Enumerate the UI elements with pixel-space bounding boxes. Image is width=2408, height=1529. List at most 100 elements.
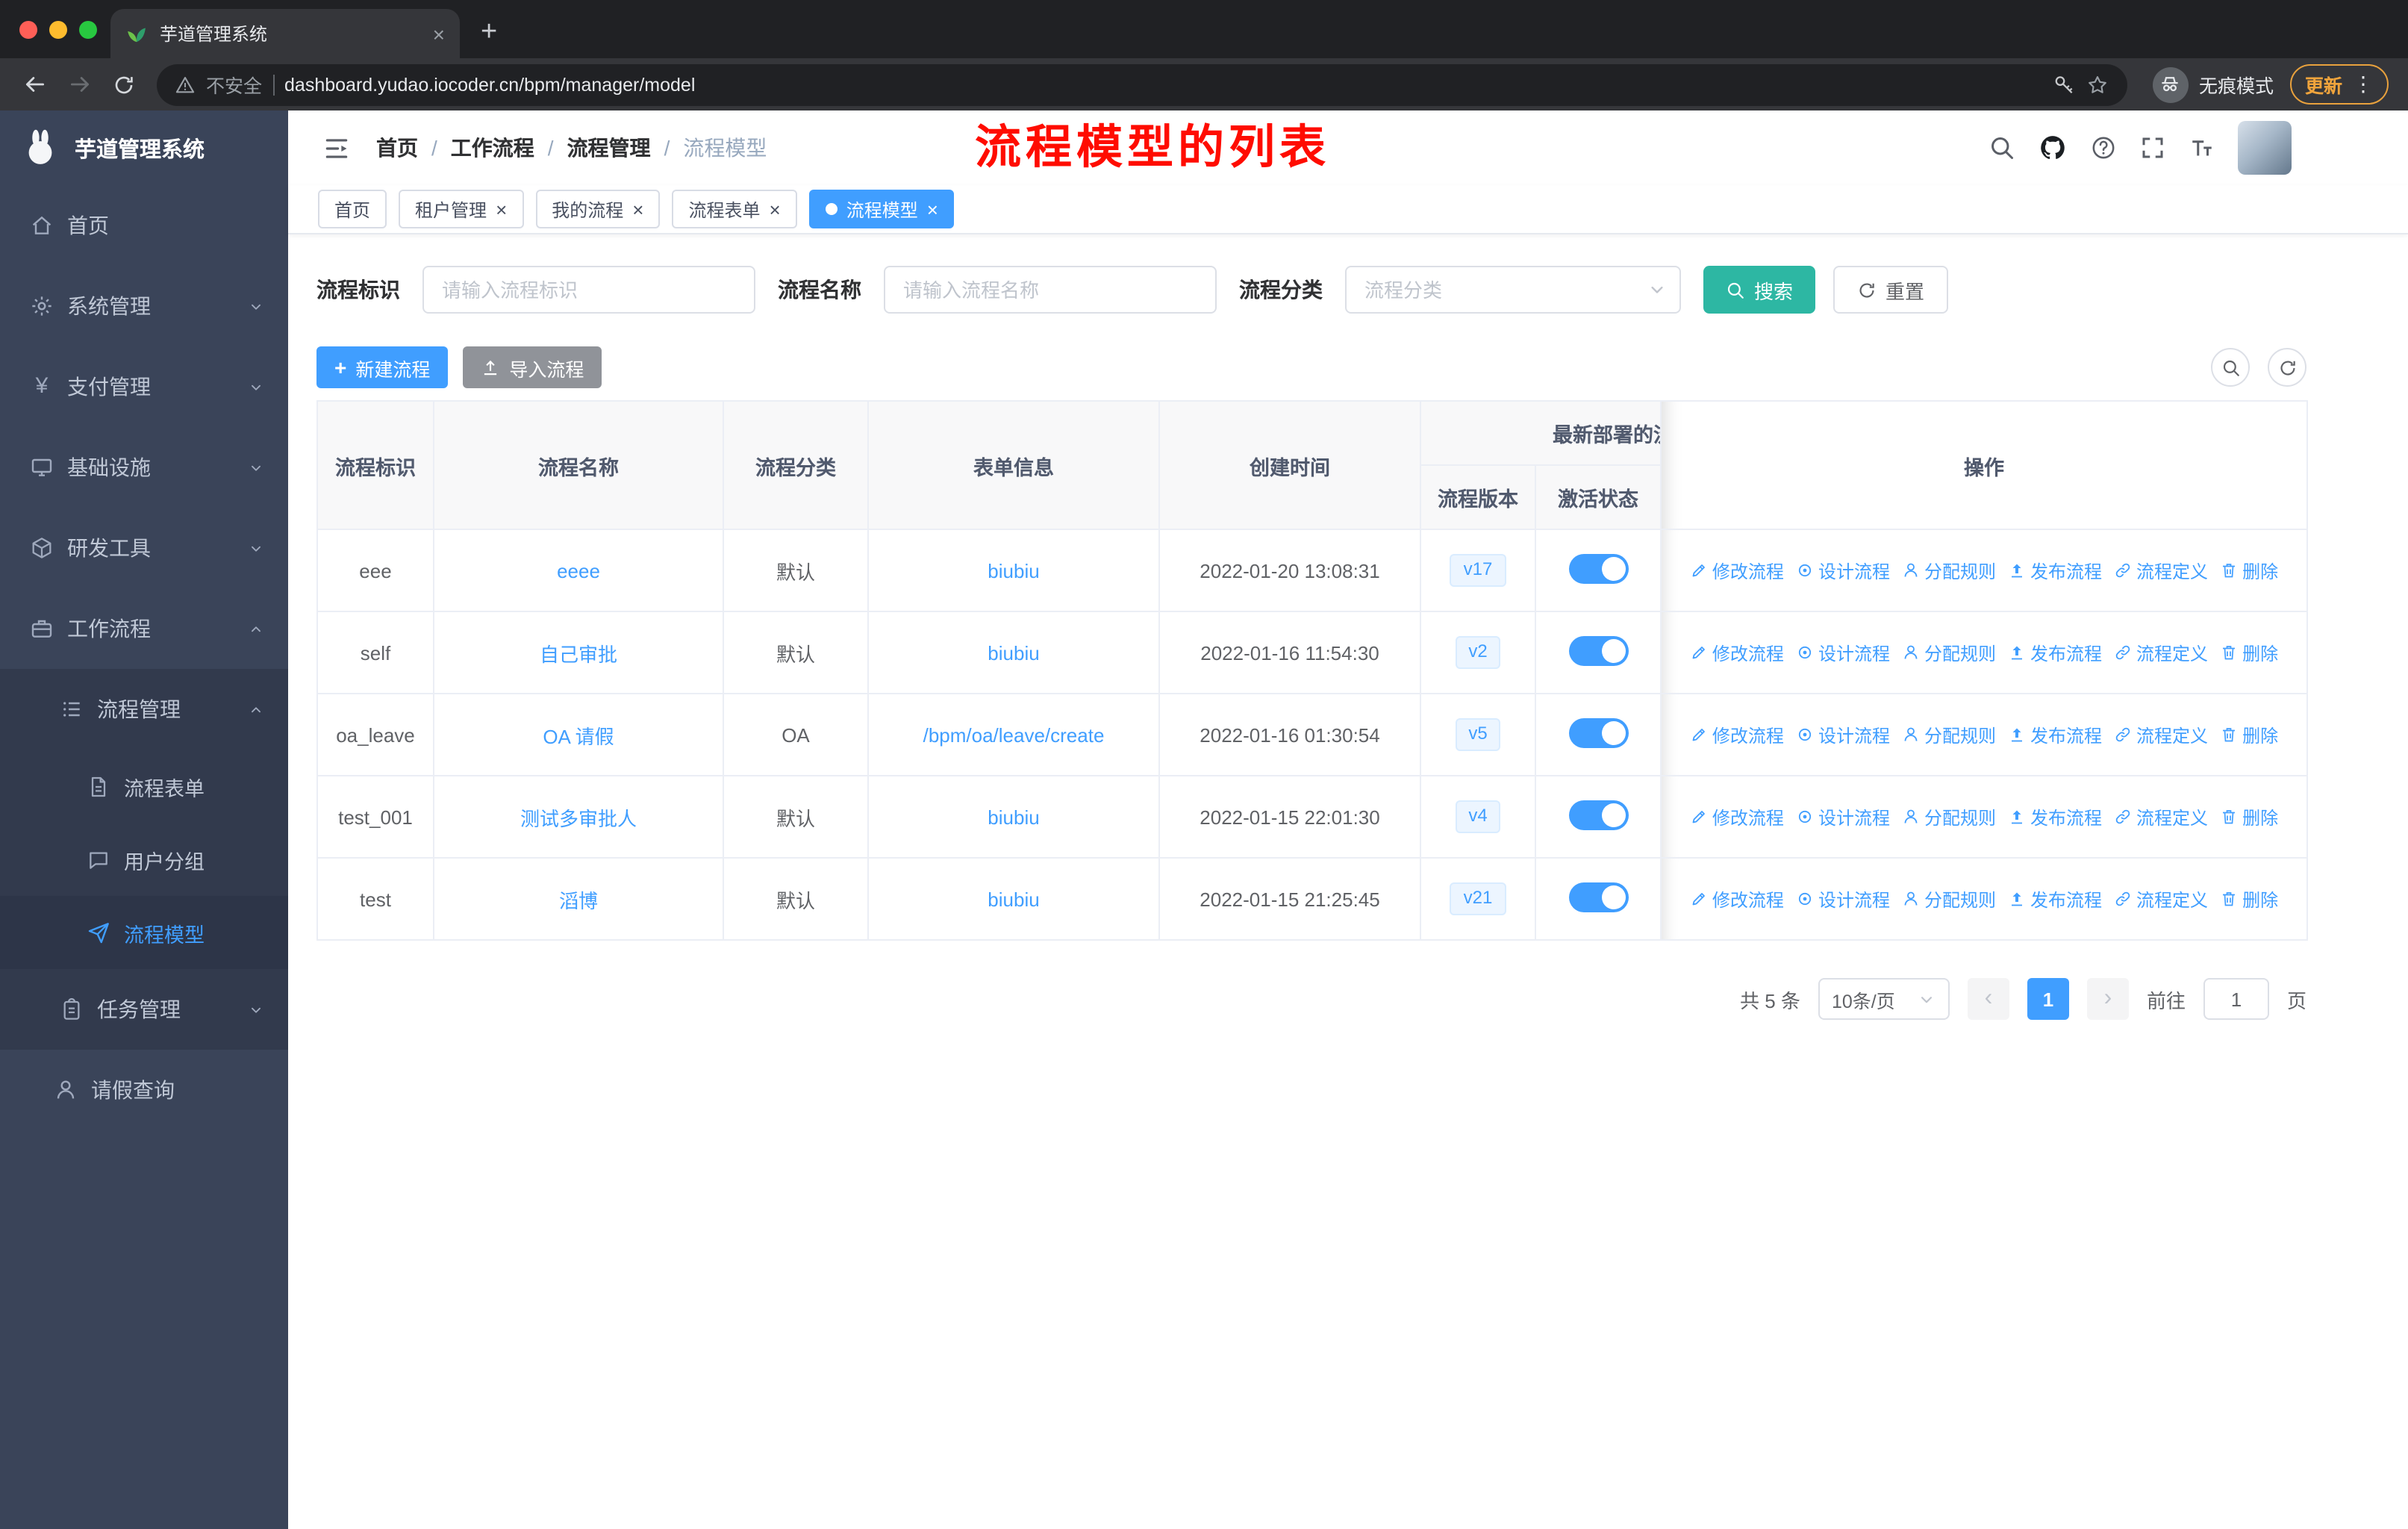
goto-page-input[interactable] [2203,978,2269,1020]
publish-process-link[interactable]: 发布流程 [2008,558,2102,583]
edit-process-link[interactable]: 修改流程 [1690,804,1784,829]
process-name-link[interactable]: OA 请假 [543,725,614,747]
help-icon[interactable] [2090,134,2117,161]
process-name-link[interactable]: eeee [557,559,600,582]
sidebar-item-process-mgmt[interactable]: 流程管理 [0,669,288,750]
page-size-select[interactable]: 10条/页 [1818,978,1950,1020]
back-button[interactable] [13,63,55,105]
edit-process-link[interactable]: 修改流程 [1690,558,1784,583]
form-info-link[interactable]: biubiu [988,641,1039,664]
search-button[interactable]: 搜索 [1703,266,1816,314]
assign-rule-link[interactable]: 分配规则 [1902,886,1996,912]
publish-process-link[interactable]: 发布流程 [2008,722,2102,747]
edit-process-link[interactable]: 修改流程 [1690,640,1784,665]
breadcrumb-item[interactable]: 首页 [376,133,418,163]
assign-rule-link[interactable]: 分配规则 [1902,804,1996,829]
close-icon[interactable]: × [632,199,643,219]
process-definition-link[interactable]: 流程定义 [2114,722,2208,747]
process-name-input[interactable] [884,266,1217,314]
active-toggle[interactable] [1568,800,1628,829]
browser-update-button[interactable]: 更新 ⋮ [2289,64,2389,105]
url-text[interactable]: dashboard.yudao.iocoder.cn/bpm/manager/m… [284,74,2042,95]
window-minimize-button[interactable] [49,21,67,39]
sidebar-item-process-model[interactable]: 流程模型 [0,896,288,969]
reset-button[interactable]: 重置 [1833,266,1949,314]
active-toggle[interactable] [1568,882,1628,912]
tag-home[interactable]: 首页 [318,190,387,228]
show-search-button[interactable] [2211,348,2250,387]
refresh-table-button[interactable] [2268,348,2306,387]
process-definition-link[interactable]: 流程定义 [2114,804,2208,829]
form-info-link[interactable]: biubiu [988,559,1039,582]
design-process-link[interactable]: 设计流程 [1796,640,1890,665]
delete-link[interactable]: 删除 [2220,886,2278,912]
tag-my-process[interactable]: 我的流程 × [535,190,661,228]
address-bar[interactable]: 不安全 dashboard.yudao.iocoder.cn/bpm/manag… [157,63,2127,105]
process-name-link[interactable]: 测试多审批人 [520,807,637,829]
assign-rule-link[interactable]: 分配规则 [1902,558,1996,583]
active-toggle[interactable] [1568,635,1628,665]
form-info-link[interactable]: /bpm/oa/leave/create [923,723,1105,746]
form-info-link[interactable]: biubiu [988,806,1039,828]
form-info-link[interactable]: biubiu [988,888,1039,910]
assign-rule-link[interactable]: 分配规则 [1902,640,1996,665]
design-process-link[interactable]: 设计流程 [1796,886,1890,912]
github-icon[interactable] [2038,133,2068,163]
active-toggle[interactable] [1568,717,1628,747]
window-zoom-button[interactable] [79,21,97,39]
sidebar-item-workflow[interactable]: 工作流程 [0,588,288,669]
delete-link[interactable]: 删除 [2220,558,2278,583]
publish-process-link[interactable]: 发布流程 [2008,886,2102,912]
current-page-button[interactable]: 1 [2027,978,2069,1020]
sidebar-item-infra[interactable]: 基础设施 [0,427,288,508]
design-process-link[interactable]: 设计流程 [1796,722,1890,747]
font-size-icon[interactable] [2189,134,2215,161]
delete-link[interactable]: 删除 [2220,640,2278,665]
design-process-link[interactable]: 设计流程 [1796,558,1890,583]
sidebar-item-leave-query[interactable]: 请假查询 [0,1050,288,1130]
tag-tenant-mgmt[interactable]: 租户管理 × [399,190,524,228]
close-icon[interactable]: × [927,199,938,219]
edit-process-link[interactable]: 修改流程 [1690,722,1784,747]
close-icon[interactable]: × [496,199,507,219]
browser-menu-icon[interactable]: ⋮ [2353,72,2374,97]
active-toggle[interactable] [1568,553,1628,583]
sidebar-item-user-group[interactable]: 用户分组 [0,823,288,896]
tab-close-icon[interactable]: × [433,22,445,46]
sidebar-collapse-icon[interactable] [322,134,351,162]
sidebar-item-home[interactable]: 首页 [0,185,288,266]
user-avatar[interactable] [2238,121,2292,175]
process-name-link[interactable]: 自己审批 [540,643,617,665]
sidebar-item-payment[interactable]: ¥ 支付管理 [0,346,288,427]
process-key-input[interactable] [422,266,755,314]
tag-process-model[interactable]: 流程模型 × [808,190,955,228]
process-name-link[interactable]: 滔博 [559,889,598,912]
browser-tab[interactable]: 芋道管理系统 × [110,9,460,58]
security-label[interactable]: 不安全 [206,70,262,99]
publish-process-link[interactable]: 发布流程 [2008,804,2102,829]
app-logo[interactable]: 芋道管理系统 [0,110,288,185]
prev-page-button[interactable]: ‹ [1967,978,2009,1020]
password-key-icon[interactable] [2053,73,2075,96]
forward-button[interactable] [58,63,100,105]
process-category-select[interactable] [1345,266,1681,314]
next-page-button[interactable]: › [2086,978,2129,1020]
publish-process-link[interactable]: 发布流程 [2008,640,2102,665]
sidebar-item-task-mgmt[interactable]: 任务管理 [0,969,288,1050]
process-definition-link[interactable]: 流程定义 [2114,558,2208,583]
breadcrumb-item[interactable]: 工作流程 [451,133,534,163]
sidebar-item-system[interactable]: 系统管理 [0,266,288,346]
create-process-button[interactable]: + 新建流程 [316,346,449,388]
window-close-button[interactable] [19,21,37,39]
process-definition-link[interactable]: 流程定义 [2114,886,2208,912]
tag-process-form[interactable]: 流程表单 × [672,190,797,228]
design-process-link[interactable]: 设计流程 [1796,804,1890,829]
import-process-button[interactable]: 导入流程 [463,346,602,388]
new-tab-button[interactable]: + [481,16,497,49]
bookmark-star-icon[interactable] [2086,72,2109,96]
breadcrumb-item[interactable]: 流程管理 [567,133,651,163]
process-definition-link[interactable]: 流程定义 [2114,640,2208,665]
reload-button[interactable] [103,63,145,105]
search-icon[interactable] [1989,134,2015,161]
close-icon[interactable]: × [770,199,781,219]
